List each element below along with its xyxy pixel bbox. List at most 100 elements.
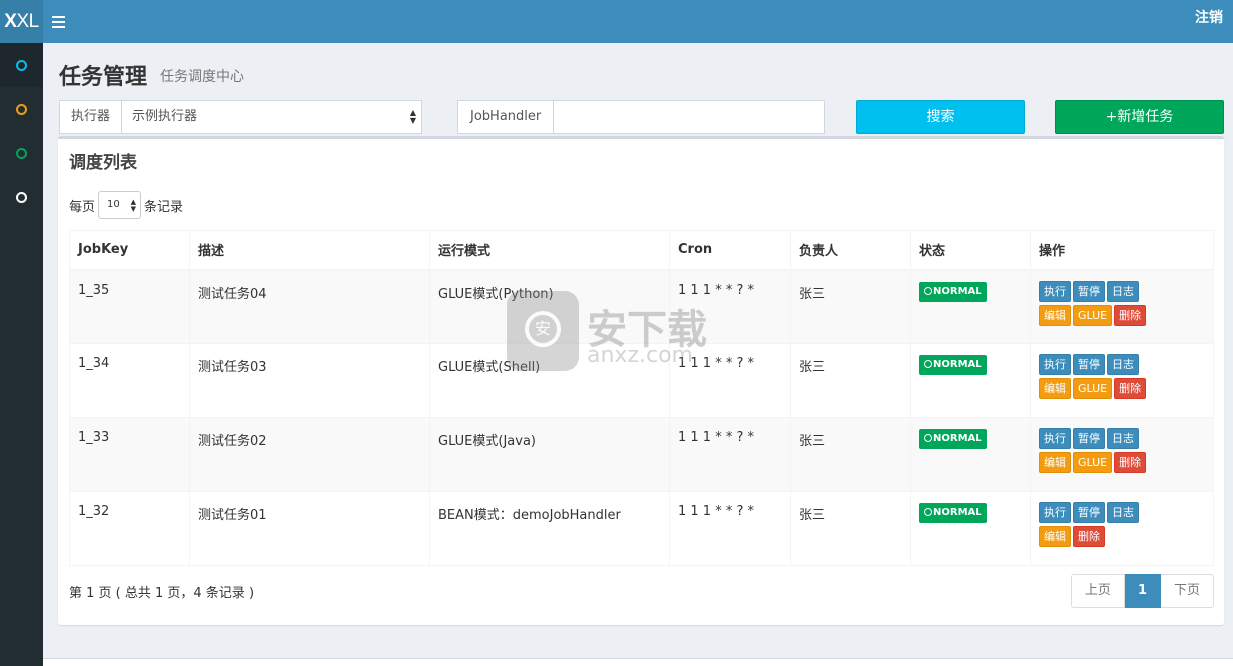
cell-actions: 执行 暂停 日志编辑 删除	[1030, 491, 1214, 566]
executor-label: 执行器	[59, 100, 123, 134]
cell-cron: 1 1 1 * * ? *	[669, 269, 791, 344]
job-list-box: 调度列表 每页 10 ▲ ▼ 条记录 JobKey 描述 运行模式 Cron 负责…	[58, 136, 1224, 625]
edit-button[interactable]: 编辑	[1039, 304, 1071, 326]
edit-button[interactable]: 编辑	[1039, 452, 1071, 473]
log-button[interactable]: 日志	[1107, 354, 1139, 375]
cell-owner: 张三	[790, 269, 911, 344]
sidebar-item-4[interactable]	[0, 175, 43, 219]
column-header-jobkey[interactable]: JobKey	[69, 230, 190, 271]
cell-mode: GLUE模式(Java)	[429, 417, 670, 492]
top-navbar: XXL 注销	[0, 0, 1233, 43]
sidebar	[0, 43, 43, 666]
select-arrows-icon: ▲ ▼	[130, 198, 137, 213]
page-length-control: 每页 10 ▲ ▼ 条记录	[69, 191, 183, 219]
table-header-row: JobKey 描述 运行模式 Cron 负责人 状态 操作	[69, 230, 1214, 271]
status-badge: NORMAL	[919, 503, 987, 523]
edit-button[interactable]: 编辑	[1039, 378, 1071, 399]
job-table: JobKey 描述 运行模式 Cron 负责人 状态 操作 1_35 测试任务0…	[69, 230, 1214, 566]
footer	[43, 658, 1233, 666]
cell-actions: 执行 暂停 日志编辑 GLUE 删除	[1030, 417, 1214, 492]
column-header-desc[interactable]: 描述	[189, 230, 430, 271]
menu-toggle-icon[interactable]	[52, 0, 76, 43]
column-header-mode[interactable]: 运行模式	[429, 230, 670, 271]
table-row: 1_35 测试任务04 GLUE模式(Python) 1 1 1 * * ? *…	[69, 269, 1214, 344]
delete-button[interactable]: 删除	[1114, 304, 1147, 326]
box-title: 调度列表	[69, 153, 137, 173]
cell-mode: BEAN模式：demoJobHandler	[429, 491, 670, 566]
cell-mode: GLUE模式(Shell)	[429, 343, 670, 418]
pause-button[interactable]: 暂停	[1073, 280, 1105, 302]
cell-jobkey: 1_33	[69, 417, 190, 492]
cell-status: NORMAL	[910, 269, 1031, 344]
cell-desc: 测试任务04	[189, 269, 430, 344]
table-row: 1_32 测试任务01 BEAN模式：demoJobHandler 1 1 1 …	[69, 491, 1214, 566]
cell-desc: 测试任务02	[189, 417, 430, 492]
cell-jobkey: 1_34	[69, 343, 190, 418]
cell-owner: 张三	[790, 491, 911, 566]
log-button[interactable]: 日志	[1107, 428, 1139, 449]
pause-button[interactable]: 暂停	[1073, 428, 1105, 449]
delete-button[interactable]: 删除	[1073, 526, 1105, 547]
run-button[interactable]: 执行	[1039, 428, 1071, 449]
cell-cron: 1 1 1 * * ? *	[669, 417, 791, 492]
glue-button[interactable]: GLUE	[1073, 378, 1113, 399]
next-page-button[interactable]: 下页	[1160, 574, 1214, 608]
table-row: 1_34 测试任务03 GLUE模式(Shell) 1 1 1 * * ? * …	[69, 343, 1214, 418]
run-button[interactable]: 执行	[1039, 280, 1071, 302]
column-header-owner[interactable]: 负责人	[790, 230, 911, 271]
column-header-status[interactable]: 状态	[910, 230, 1031, 271]
current-page-button[interactable]: 1	[1124, 574, 1161, 608]
cell-owner: 张三	[790, 343, 911, 418]
cell-mode: GLUE模式(Python)	[429, 269, 670, 344]
sidebar-item-1[interactable]	[0, 43, 43, 87]
length-suffix: 条记录	[144, 199, 184, 215]
main-content: 任务管理 任务调度中心 执行器 示例执行器 ▲ ▼ JobHandler 搜索 +…	[43, 43, 1233, 666]
cell-actions: 执行 暂停 日志编辑 GLUE 删除	[1030, 269, 1214, 344]
status-badge: NORMAL	[919, 281, 987, 302]
circle-icon	[16, 103, 27, 115]
page-length-select[interactable]: 10 ▲ ▼	[98, 191, 142, 219]
glue-button[interactable]: GLUE	[1073, 304, 1113, 326]
cell-desc: 测试任务01	[189, 491, 430, 566]
logout-button[interactable]: 注销	[1195, 0, 1223, 37]
search-button[interactable]: 搜索	[856, 100, 1025, 134]
column-header-cron[interactable]: Cron	[669, 230, 791, 271]
cell-actions: 执行 暂停 日志编辑 GLUE 删除	[1030, 343, 1214, 418]
sidebar-item-2[interactable]	[0, 87, 43, 131]
clock-icon	[924, 286, 932, 295]
sidebar-item-3[interactable]	[0, 131, 43, 175]
prev-page-button[interactable]: 上页	[1070, 574, 1125, 608]
clock-icon	[924, 434, 932, 442]
run-button[interactable]: 执行	[1039, 354, 1071, 375]
glue-button[interactable]: GLUE	[1073, 452, 1113, 473]
cell-owner: 张三	[790, 417, 911, 492]
pause-button[interactable]: 暂停	[1073, 502, 1105, 523]
log-button[interactable]: 日志	[1107, 280, 1139, 302]
edit-button[interactable]: 编辑	[1039, 526, 1071, 547]
cell-desc: 测试任务03	[189, 343, 430, 418]
executor-select-value: 示例执行器	[132, 109, 198, 124]
page-length-value: 10	[107, 199, 120, 210]
delete-button[interactable]: 删除	[1114, 452, 1147, 473]
circle-icon	[16, 59, 27, 71]
jobhandler-label: JobHandler	[457, 100, 555, 134]
pause-button[interactable]: 暂停	[1073, 354, 1105, 375]
status-badge: NORMAL	[919, 429, 987, 449]
clock-icon	[924, 360, 932, 368]
status-badge: NORMAL	[919, 355, 987, 375]
app-logo[interactable]: XXL	[0, 0, 43, 43]
clock-icon	[924, 508, 932, 516]
log-button[interactable]: 日志	[1107, 502, 1139, 523]
length-prefix: 每页	[69, 199, 96, 215]
column-header-actions: 操作	[1030, 230, 1214, 271]
cell-cron: 1 1 1 * * ? *	[669, 343, 791, 418]
add-job-button[interactable]: +新增任务	[1055, 100, 1224, 134]
pagination: 上页 1 下页	[1070, 574, 1214, 608]
cell-jobkey: 1_35	[69, 269, 190, 344]
pagination-info: 第 1 页 ( 总共 1 页，4 条记录 )	[69, 586, 255, 601]
executor-select[interactable]: 示例执行器 ▲ ▼	[122, 100, 423, 134]
jobhandler-input[interactable]	[554, 100, 825, 134]
run-button[interactable]: 执行	[1039, 502, 1071, 523]
delete-button[interactable]: 删除	[1114, 378, 1147, 399]
table-row: 1_33 测试任务02 GLUE模式(Java) 1 1 1 * * ? * 张…	[69, 417, 1214, 492]
